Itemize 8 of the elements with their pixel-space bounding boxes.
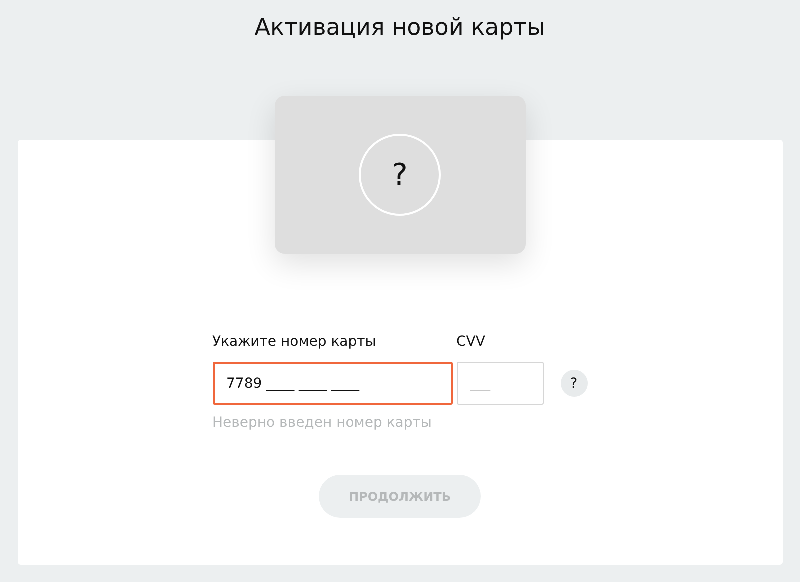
help-button[interactable]: ?: [560, 370, 588, 397]
cvv-field[interactable]: ___: [456, 362, 544, 405]
cvv-label: CVV: [456, 333, 486, 352]
card-number-label: Укажите номер карты: [212, 333, 378, 352]
page-title: Активация новой карты: [254, 14, 546, 43]
question-icon: ?: [359, 134, 441, 216]
card-number-field[interactable]: 7789 ____ ____ ____: [212, 362, 452, 405]
error-message: Неверно введен номер карты: [212, 414, 433, 433]
